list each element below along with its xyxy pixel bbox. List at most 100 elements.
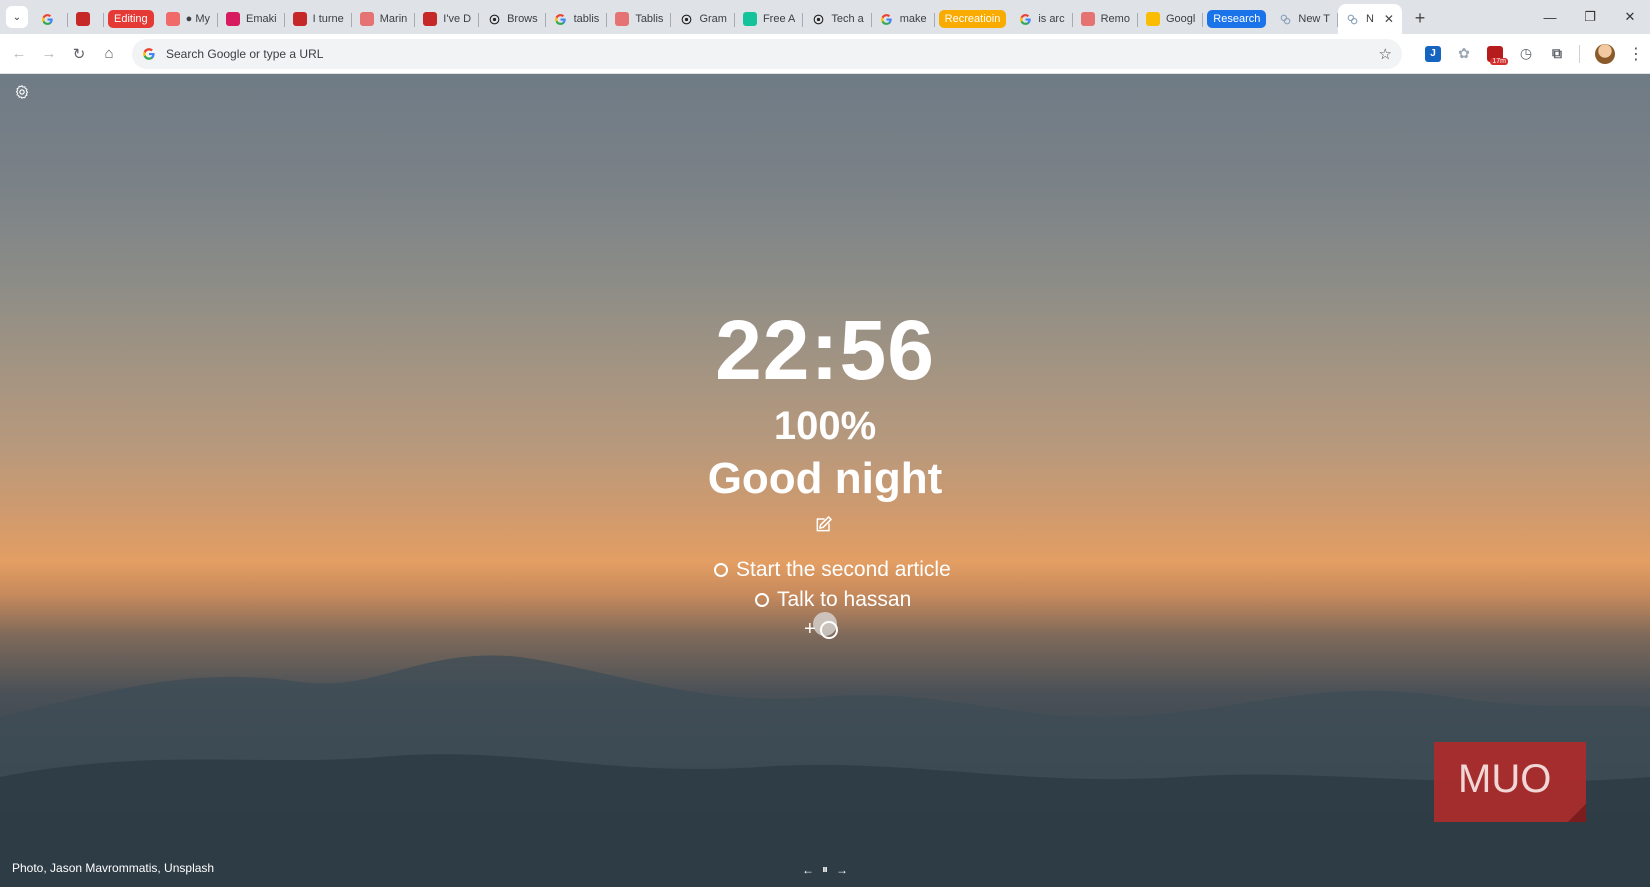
extension-badge: 17m: [1490, 57, 1508, 65]
puzzle-extension-icon[interactable]: ⧉: [1543, 40, 1571, 68]
tablis-icon: [615, 12, 630, 26]
tab[interactable]: tablis: [546, 5, 608, 33]
reload-button[interactable]: ↻: [64, 39, 94, 69]
tab[interactable]: [68, 5, 104, 33]
tab[interactable]: I've D: [415, 5, 479, 33]
tab[interactable]: Googl: [1138, 5, 1204, 33]
tab[interactable]: make: [872, 5, 935, 33]
bookmark-star-icon[interactable]: ☆: [1379, 45, 1392, 63]
translate-extension-icon[interactable]: J: [1419, 40, 1447, 68]
google-icon: [142, 47, 156, 61]
tab-title: Remo: [1100, 13, 1130, 25]
tab-search-button[interactable]: ⌄: [6, 6, 28, 28]
new-tab-button[interactable]: +: [1406, 4, 1434, 32]
tab[interactable]: Remo: [1073, 5, 1138, 33]
tab-title: tablis: [573, 13, 600, 25]
todo-item[interactable]: Start the second article: [714, 558, 951, 582]
window-controls: — ❐ ✕: [1530, 0, 1650, 34]
marin-icon: [359, 12, 374, 26]
tab-active[interactable]: N ✕: [1337, 4, 1402, 34]
tab[interactable]: [32, 5, 68, 33]
address-bar-placeholder: Search Google or type a URL: [166, 46, 324, 61]
tab[interactable]: ● My: [158, 5, 219, 33]
google-icon: [880, 12, 894, 26]
photo-credit[interactable]: Photo, Jason Mavrommatis, Unsplash: [12, 861, 214, 875]
background-controls: ← ⏸ →: [802, 862, 848, 877]
tab[interactable]: Tablis: [607, 5, 672, 33]
restore-button[interactable]: ❐: [1570, 0, 1610, 34]
close-window-button[interactable]: ✕: [1610, 0, 1650, 34]
muo-icon: [292, 12, 307, 26]
tablis-logo-icon: [1346, 12, 1360, 26]
tab[interactable]: Gram: [671, 5, 735, 33]
tab-title: Emaki: [246, 13, 277, 25]
tab-group-label[interactable]: Research: [1207, 10, 1267, 28]
tab-title: Gram: [699, 13, 727, 25]
todo-text: Start the second article: [736, 558, 951, 581]
tab-strip: ⌄ Editing ● My Emaki I turne Marin I've D Brow…: [0, 0, 1650, 34]
google-icon: [1018, 12, 1032, 26]
history-extension-icon[interactable]: ◷: [1512, 40, 1540, 68]
chrome-menu-button[interactable]: ⋮: [1622, 40, 1650, 68]
tablis-logo-icon: [1278, 12, 1292, 26]
tab[interactable]: Marin: [352, 5, 416, 33]
tab-title: I turne: [312, 13, 344, 25]
google-icon: [554, 12, 568, 26]
minimize-button[interactable]: —: [1530, 0, 1570, 34]
back-button[interactable]: ←: [4, 39, 34, 69]
tab-title: Brows: [507, 13, 538, 25]
tab-title: make: [899, 13, 927, 25]
tab-title: Tablis: [635, 13, 664, 25]
muo-icon: [76, 12, 90, 26]
edit-icon[interactable]: [814, 514, 834, 534]
forward-button[interactable]: →: [34, 39, 64, 69]
asana-icon: [165, 12, 180, 26]
tab-list: Editing ● My Emaki I turne Marin I've D Brows t…: [32, 0, 1402, 34]
tab-group-label[interactable]: Recreatioin: [938, 10, 1007, 28]
keep-icon: [1145, 12, 1160, 26]
tab[interactable]: Free A: [735, 5, 804, 33]
tab[interactable]: New T: [1270, 5, 1338, 33]
tablis-extension-icon[interactable]: ✿: [1450, 40, 1478, 68]
clock-display: 22:56: [715, 303, 935, 397]
tab[interactable]: I turne: [285, 5, 352, 33]
add-todo-button[interactable]: +: [804, 618, 838, 641]
tab-title: Googl: [1165, 13, 1196, 25]
tab[interactable]: Brows: [479, 5, 546, 33]
profile-button[interactable]: [1591, 40, 1619, 68]
grammarly-icon: [742, 12, 757, 26]
extensions-area: J ✿ 17m ◷ ⧉: [1416, 40, 1571, 68]
openai-icon: [487, 12, 501, 26]
tab[interactable]: Emaki: [218, 5, 285, 33]
pause-background-button[interactable]: ⏸: [822, 862, 828, 877]
tab-group-label[interactable]: Editing: [108, 10, 154, 28]
tab-title: I've D: [443, 13, 472, 25]
avatar: [1595, 43, 1615, 64]
greeting-text: Good night: [707, 454, 943, 503]
emaki-icon: [226, 12, 241, 26]
openai-icon: [679, 12, 693, 26]
muo-icon: [423, 12, 438, 26]
todo-text: Talk to hassan: [777, 588, 912, 611]
timer-extension-icon[interactable]: 17m: [1481, 40, 1509, 68]
new-tab-page: 22:56 100% Good night Start the second a…: [0, 74, 1650, 887]
google-icon: [40, 12, 54, 26]
watermark-text: MUO: [1458, 757, 1551, 801]
close-tab-icon[interactable]: ✕: [1384, 12, 1394, 26]
tab-title: Free A: [762, 13, 796, 25]
next-background-button[interactable]: →: [836, 863, 848, 877]
tab[interactable]: is arc: [1010, 5, 1073, 33]
address-bar[interactable]: Search Google or type a URL ☆: [132, 38, 1402, 69]
todo-checkbox[interactable]: [714, 563, 728, 577]
settings-gear-icon[interactable]: [14, 84, 30, 100]
todo-checkbox[interactable]: [755, 593, 769, 607]
home-button[interactable]: ⌂: [94, 39, 124, 69]
tab[interactable]: Tech a: [803, 5, 872, 33]
plus-icon: +: [804, 618, 816, 640]
todo-item[interactable]: Talk to hassan: [755, 588, 911, 612]
tab-title: Marin: [379, 13, 408, 25]
battery-percentage: 100%: [773, 404, 877, 448]
toolbar-divider: [1579, 44, 1580, 63]
previous-background-button[interactable]: ←: [802, 863, 814, 877]
muo-watermark-logo: MUO: [1434, 742, 1586, 822]
